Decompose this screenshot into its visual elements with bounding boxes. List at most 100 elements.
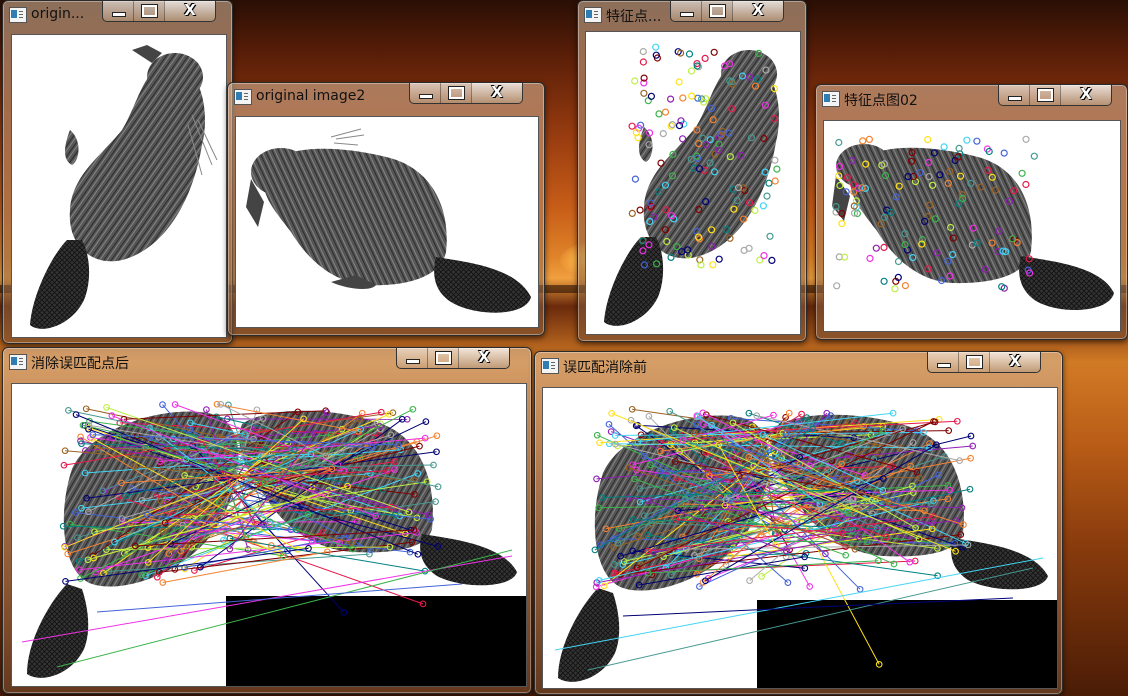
- keypoint-marker: [880, 277, 888, 285]
- keypoint-marker: [639, 48, 647, 56]
- maximize-button[interactable]: [427, 348, 458, 368]
- window-title: 特征点...: [606, 9, 662, 25]
- minimize-icon: [1008, 96, 1022, 101]
- window-keypoints-2[interactable]: 特征点图02 X: [815, 84, 1128, 340]
- match-endpoint: [842, 551, 850, 559]
- window-title: 误匹配消除前: [563, 360, 647, 376]
- match-endpoint: [785, 409, 793, 417]
- close-button[interactable]: X: [732, 1, 783, 21]
- keypoint-marker: [679, 94, 687, 102]
- match-endpoint: [422, 418, 430, 425]
- match-endpoint: [770, 411, 777, 419]
- close-button[interactable]: X: [458, 348, 509, 368]
- image-canvas: [542, 387, 1058, 689]
- window-controls: X: [927, 352, 1041, 373]
- window-controls: X: [670, 1, 784, 22]
- keypoint-marker: [768, 256, 776, 264]
- window-matches-before[interactable]: 误匹配消除前 X: [534, 351, 1063, 695]
- keypoint-marker: [751, 206, 759, 215]
- minimize-button[interactable]: [103, 1, 133, 21]
- minimize-button[interactable]: [397, 348, 427, 368]
- keypoint-marker: [688, 92, 696, 100]
- keypoint-marker: [647, 92, 656, 100]
- minimize-button[interactable]: [999, 85, 1029, 105]
- minimize-icon: [937, 363, 951, 368]
- matches-image: [554, 405, 1057, 688]
- match-endpoint: [608, 410, 615, 417]
- keypoint-marker: [639, 58, 648, 66]
- minimize-button[interactable]: [410, 83, 440, 103]
- keypoint-marker: [771, 156, 779, 164]
- keypoint-marker: [1022, 180, 1030, 189]
- close-icon: X: [1080, 85, 1092, 103]
- close-button[interactable]: X: [989, 352, 1040, 372]
- keypoint-marker: [760, 252, 768, 260]
- keypoint-marker: [631, 175, 640, 183]
- keypoint-marker: [866, 254, 874, 262]
- keypoint-marker: [628, 122, 636, 130]
- match-endpoint: [409, 405, 417, 413]
- maximize-button[interactable]: [701, 1, 732, 21]
- minimize-icon: [406, 359, 420, 364]
- close-icon: X: [184, 1, 196, 19]
- maximize-icon: [1037, 88, 1054, 102]
- window-title: 特征点图02: [844, 93, 918, 109]
- window-original-image1[interactable]: origin... X: [2, 0, 233, 344]
- keypoint-marker: [1018, 169, 1026, 177]
- window-app-icon: [234, 89, 252, 105]
- match-endpoint: [72, 411, 80, 418]
- image-canvas: [235, 116, 539, 328]
- maximize-icon: [966, 355, 983, 369]
- match-endpoint: [746, 577, 753, 584]
- keypoint-marker: [675, 78, 683, 86]
- keypoint-marker: [701, 54, 709, 62]
- minimize-button[interactable]: [928, 352, 958, 372]
- window-title: 消除误匹配点后: [31, 356, 129, 372]
- image-canvas: [11, 34, 227, 338]
- close-button[interactable]: X: [1060, 85, 1111, 105]
- close-icon: X: [752, 1, 764, 19]
- match-endpoint: [605, 420, 613, 428]
- maximize-button[interactable]: [958, 352, 989, 372]
- match-endpoint: [433, 432, 441, 440]
- image-canvas: [11, 383, 527, 687]
- window-controls: X: [409, 83, 523, 104]
- keypoint-marker: [709, 261, 717, 269]
- window-title: origin...: [31, 6, 85, 22]
- match-endpoint: [414, 550, 422, 558]
- close-icon: X: [1009, 352, 1021, 370]
- minimize-icon: [112, 12, 126, 17]
- close-button[interactable]: X: [164, 1, 215, 21]
- keypoint-marker: [1030, 152, 1038, 160]
- keypoint-marker: [759, 202, 767, 210]
- close-button[interactable]: X: [471, 83, 522, 103]
- keypoint-marker: [652, 43, 660, 51]
- match-endpoint: [784, 579, 792, 586]
- minimize-button[interactable]: [671, 1, 701, 21]
- window-controls: X: [998, 85, 1112, 106]
- window-app-icon: [9, 354, 27, 370]
- keypoint-marker: [872, 244, 880, 252]
- keypoint-marker: [838, 219, 846, 228]
- image-canvas: [585, 31, 801, 335]
- window-matches-after[interactable]: 消除误匹配点后 X: [2, 347, 532, 694]
- match-endpoint: [600, 582, 608, 590]
- beaver-image: [246, 128, 531, 313]
- keypoint-marker: [659, 129, 667, 138]
- maximize-button[interactable]: [133, 1, 164, 21]
- keypoint-marker: [661, 108, 670, 116]
- keypoint-marker: [940, 143, 948, 151]
- keypoint-marker: [631, 77, 639, 85]
- maximize-icon: [709, 4, 726, 18]
- window-original-image2[interactable]: original image2 X: [227, 82, 545, 336]
- window-controls: X: [396, 348, 510, 369]
- window-keypoints-1[interactable]: 特征点... X: [577, 0, 807, 342]
- image-canvas: [823, 120, 1121, 332]
- keypoint-marker: [710, 48, 718, 56]
- maximize-button[interactable]: [440, 83, 471, 103]
- maximize-button[interactable]: [1029, 85, 1060, 105]
- close-icon: X: [478, 348, 490, 366]
- keypoint-marker: [678, 135, 687, 143]
- keypoint-marker: [628, 209, 636, 217]
- keypoint-marker: [636, 206, 644, 214]
